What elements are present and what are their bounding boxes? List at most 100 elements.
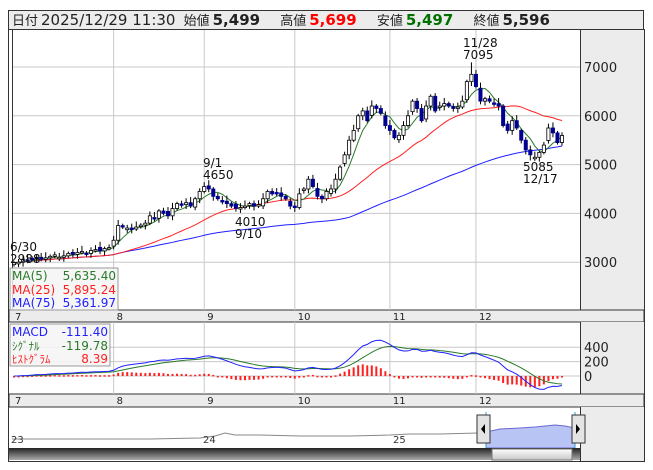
candle-up: [356, 115, 361, 130]
macd-histogram-bar: [556, 376, 559, 379]
macd-histogram-bar: [325, 376, 328, 378]
macd-histogram-bar: [275, 376, 278, 378]
candle-up: [147, 215, 152, 224]
candle-down: [129, 227, 134, 230]
macd-histogram-bar: [144, 373, 147, 376]
candle-up: [48, 255, 53, 259]
macd-histogram-bar: [370, 365, 373, 376]
month-label: 7: [15, 312, 21, 323]
candle-down: [211, 188, 216, 197]
macd-histogram-bar: [230, 376, 233, 380]
price-annotation-line2: 9/10: [235, 227, 262, 241]
candle-up: [57, 256, 62, 260]
macd-histogram-bar: [243, 376, 246, 381]
navigator-scrollbar-thumb[interactable]: [491, 448, 573, 461]
stock-chart-window: 日付 2025/12/29 11:30 始値 5,499 高値 5,699 安値 5,4…: [0, 0, 653, 470]
macd-histogram-bar: [89, 375, 92, 377]
candle-up: [483, 98, 488, 102]
macd-histogram-bar: [284, 376, 287, 378]
candle-down: [419, 108, 424, 122]
candle-down: [315, 188, 320, 197]
candle-up: [265, 191, 270, 200]
macd-histogram-bar: [71, 375, 74, 377]
candle-down: [383, 115, 388, 126]
macd-histogram-bar: [434, 376, 437, 378]
macd-histogram-bar: [533, 376, 536, 388]
candle-down: [492, 102, 497, 105]
signal-value: -119.78: [62, 339, 108, 353]
candle-down: [310, 178, 315, 187]
macd-histogram-bar: [180, 373, 183, 376]
month-label: 7: [15, 396, 21, 407]
candle-up: [342, 154, 347, 164]
candle-up: [546, 127, 551, 141]
candle-up: [306, 178, 311, 190]
macd-histogram-bar: [384, 371, 387, 376]
price-annotation-line2: 2988: [10, 252, 41, 266]
macd-histogram-bar: [429, 376, 432, 378]
candle-up: [202, 186, 207, 192]
macd-histogram-bar: [135, 372, 138, 376]
candle-down: [179, 203, 184, 206]
macd-histogram-bar: [447, 376, 450, 379]
macd-histogram-bar: [366, 365, 369, 376]
macd-histogram-bar: [85, 375, 88, 377]
macd-histogram-bar: [515, 376, 518, 385]
candle-down: [378, 108, 383, 114]
candle-up: [510, 120, 515, 131]
candle-up: [134, 226, 139, 230]
macd-histogram-bar: [253, 376, 256, 380]
macd-histogram-bar: [67, 375, 70, 377]
candle-down: [374, 105, 379, 109]
macd-histogram-bar: [348, 369, 351, 376]
candle-down: [478, 87, 483, 102]
candle-down: [365, 110, 370, 122]
ma75-label: MA(75): [12, 296, 55, 310]
macd-histogram-bar: [479, 376, 482, 378]
candle-down: [252, 203, 257, 207]
navigator-left-handle[interactable]: [476, 414, 491, 444]
candle-down: [161, 210, 166, 214]
candle-up: [79, 251, 84, 254]
candle-up: [301, 188, 306, 191]
month-label: 8: [117, 312, 123, 323]
range-navigator[interactable]: 23 24 25: [9, 412, 586, 461]
candle-down: [279, 192, 284, 197]
macd-histogram-bar: [266, 376, 269, 378]
macd-histogram-bar: [425, 376, 428, 378]
price-tick-label: 3000: [584, 256, 617, 271]
macd-tick-label: 400: [584, 341, 609, 356]
candle-down: [215, 195, 220, 200]
macd-histogram-bar: [234, 376, 237, 380]
candle-up: [541, 144, 546, 153]
macd-histogram-bar: [53, 374, 56, 377]
candle-down: [528, 149, 533, 156]
candle-down: [392, 130, 397, 139]
macd-histogram-bar: [157, 372, 160, 376]
macd-value: -111.40: [62, 325, 108, 339]
candle-down: [555, 132, 560, 144]
chart-canvas[interactable]: 3000 4000 5000 6000 7000 0200400 7 7 8 8 9 9 10 10 11 1…: [0, 0, 653, 470]
navigator-right-handle[interactable]: [571, 414, 586, 444]
navigator-year-24: 24: [203, 435, 216, 446]
candle-up: [242, 205, 247, 208]
macd-histogram-bar: [257, 376, 260, 380]
macd-histogram-bar: [484, 376, 487, 379]
macd-histogram-bar: [302, 376, 305, 378]
candle-down: [98, 246, 103, 252]
macd-histogram-bar: [212, 374, 215, 377]
candle-up: [469, 73, 474, 83]
macd-histogram-bar: [262, 376, 265, 379]
ma5-label: MA(5): [12, 269, 48, 283]
price-tick-label: 6000: [584, 110, 617, 125]
candle-up: [52, 254, 57, 257]
macd-tick-label: 200: [584, 356, 609, 371]
macd-histogram-bar: [126, 372, 129, 376]
candle-up: [464, 81, 469, 101]
macd-histogram-bar: [280, 376, 283, 378]
candle-up: [143, 222, 148, 226]
month-label: 11: [393, 396, 406, 407]
candle-up: [43, 257, 48, 260]
signal-label: ｼｸﾞﾅﾙ: [12, 340, 40, 353]
candle-down: [274, 192, 279, 195]
